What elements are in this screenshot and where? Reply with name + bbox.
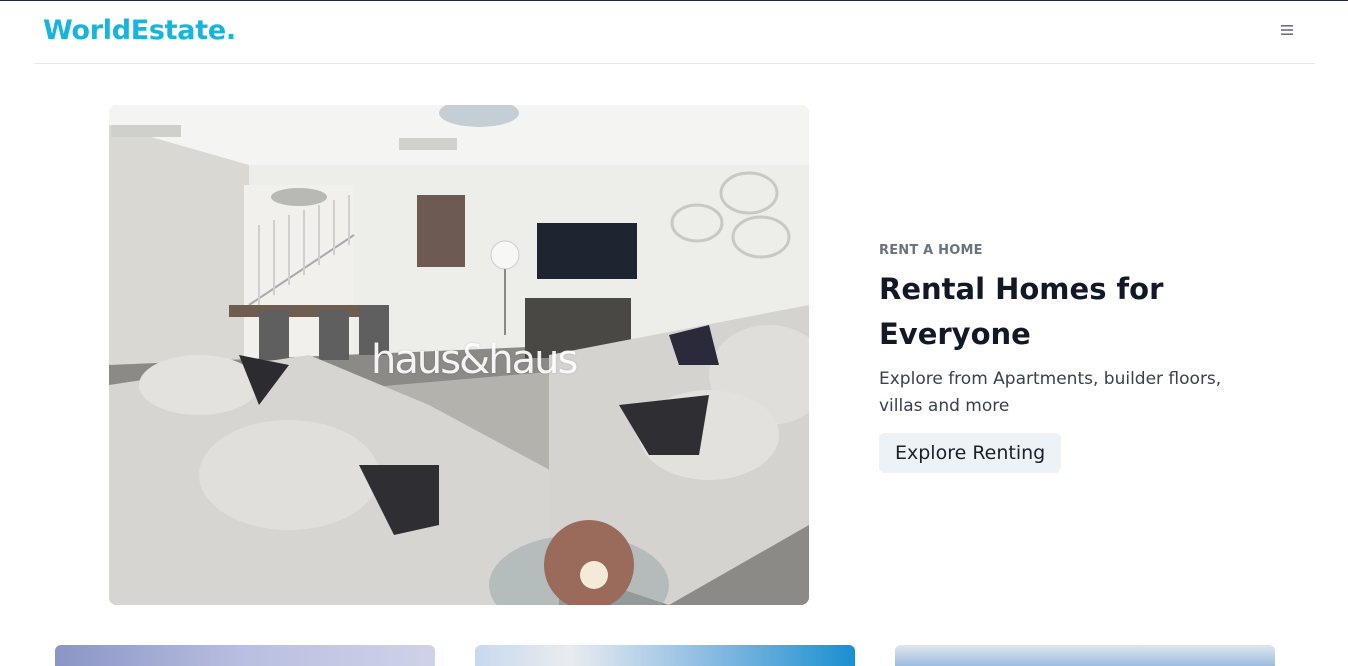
brand-logo[interactable]: WorldEstate.: [43, 15, 236, 46]
explore-renting-button[interactable]: Explore Renting: [879, 433, 1062, 473]
menu-button[interactable]: [1274, 17, 1300, 43]
hero-description: Explore from Apartments, builder floors,…: [879, 369, 1222, 416]
hero-image: haus&haus: [109, 105, 809, 605]
hero-eyebrow: RENT A HOME: [879, 243, 983, 258]
property-card[interactable]: [475, 645, 855, 666]
property-card[interactable]: [55, 645, 435, 666]
hero-text-block: RENT A HOME Rental Homes for Everyone Ex…: [879, 243, 1279, 473]
site-header: WorldEstate.: [34, 1, 1315, 64]
property-card[interactable]: [895, 645, 1275, 666]
hero-title: Rental Homes for Everyone: [879, 272, 1164, 351]
hamburger-menu-icon: [1281, 25, 1293, 35]
image-watermark: haus&haus: [371, 337, 578, 383]
